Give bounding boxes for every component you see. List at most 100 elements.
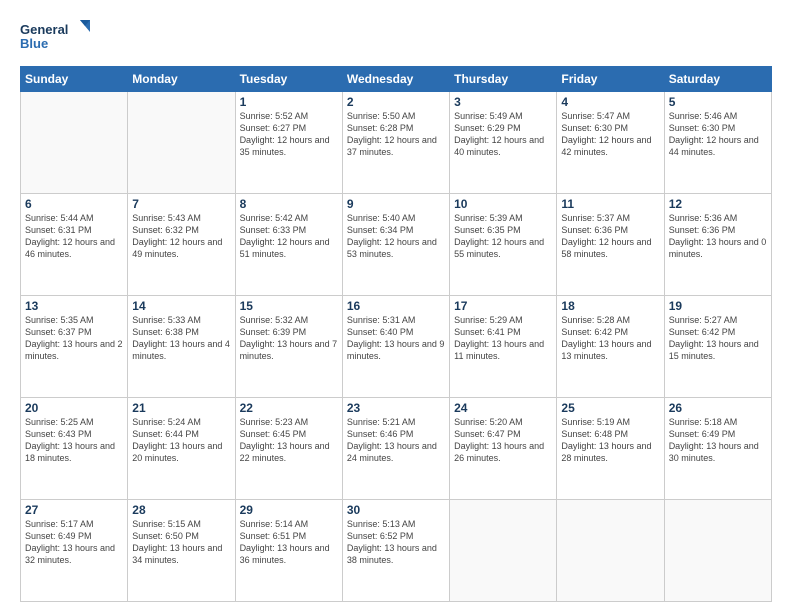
calendar-cell: 20Sunrise: 5:25 AMSunset: 6:43 PMDayligh…: [21, 398, 128, 500]
day-number: 1: [240, 95, 338, 109]
day-number: 27: [25, 503, 123, 517]
day-number: 5: [669, 95, 767, 109]
day-info: Sunrise: 5:37 AMSunset: 6:36 PMDaylight:…: [561, 212, 659, 261]
day-info: Sunrise: 5:43 AMSunset: 6:32 PMDaylight:…: [132, 212, 230, 261]
page: General Blue Sunday Monday Tuesday Wedne…: [0, 0, 792, 612]
calendar-cell: 18Sunrise: 5:28 AMSunset: 6:42 PMDayligh…: [557, 296, 664, 398]
calendar-week-row: 6Sunrise: 5:44 AMSunset: 6:31 PMDaylight…: [21, 194, 772, 296]
day-info: Sunrise: 5:31 AMSunset: 6:40 PMDaylight:…: [347, 314, 445, 363]
calendar-cell: 22Sunrise: 5:23 AMSunset: 6:45 PMDayligh…: [235, 398, 342, 500]
day-number: 6: [25, 197, 123, 211]
calendar-cell: 25Sunrise: 5:19 AMSunset: 6:48 PMDayligh…: [557, 398, 664, 500]
day-number: 17: [454, 299, 552, 313]
calendar-cell: 12Sunrise: 5:36 AMSunset: 6:36 PMDayligh…: [664, 194, 771, 296]
calendar-cell: 11Sunrise: 5:37 AMSunset: 6:36 PMDayligh…: [557, 194, 664, 296]
calendar-cell: 16Sunrise: 5:31 AMSunset: 6:40 PMDayligh…: [342, 296, 449, 398]
calendar-cell: 1Sunrise: 5:52 AMSunset: 6:27 PMDaylight…: [235, 92, 342, 194]
calendar-cell: 19Sunrise: 5:27 AMSunset: 6:42 PMDayligh…: [664, 296, 771, 398]
day-number: 29: [240, 503, 338, 517]
svg-text:General: General: [20, 22, 68, 37]
calendar-cell: 4Sunrise: 5:47 AMSunset: 6:30 PMDaylight…: [557, 92, 664, 194]
day-info: Sunrise: 5:46 AMSunset: 6:30 PMDaylight:…: [669, 110, 767, 159]
calendar-cell: 30Sunrise: 5:13 AMSunset: 6:52 PMDayligh…: [342, 500, 449, 602]
day-number: 22: [240, 401, 338, 415]
calendar-cell: 27Sunrise: 5:17 AMSunset: 6:49 PMDayligh…: [21, 500, 128, 602]
calendar-cell: 26Sunrise: 5:18 AMSunset: 6:49 PMDayligh…: [664, 398, 771, 500]
calendar-cell: [450, 500, 557, 602]
day-info: Sunrise: 5:25 AMSunset: 6:43 PMDaylight:…: [25, 416, 123, 465]
day-number: 16: [347, 299, 445, 313]
calendar-cell: 5Sunrise: 5:46 AMSunset: 6:30 PMDaylight…: [664, 92, 771, 194]
calendar-table: Sunday Monday Tuesday Wednesday Thursday…: [20, 66, 772, 602]
day-info: Sunrise: 5:15 AMSunset: 6:50 PMDaylight:…: [132, 518, 230, 567]
day-info: Sunrise: 5:13 AMSunset: 6:52 PMDaylight:…: [347, 518, 445, 567]
calendar-cell: 28Sunrise: 5:15 AMSunset: 6:50 PMDayligh…: [128, 500, 235, 602]
day-number: 30: [347, 503, 445, 517]
day-info: Sunrise: 5:35 AMSunset: 6:37 PMDaylight:…: [25, 314, 123, 363]
header: General Blue: [20, 18, 772, 54]
day-info: Sunrise: 5:19 AMSunset: 6:48 PMDaylight:…: [561, 416, 659, 465]
day-info: Sunrise: 5:20 AMSunset: 6:47 PMDaylight:…: [454, 416, 552, 465]
calendar-cell: 2Sunrise: 5:50 AMSunset: 6:28 PMDaylight…: [342, 92, 449, 194]
col-sunday: Sunday: [21, 67, 128, 92]
col-wednesday: Wednesday: [342, 67, 449, 92]
calendar-cell: 21Sunrise: 5:24 AMSunset: 6:44 PMDayligh…: [128, 398, 235, 500]
day-number: 24: [454, 401, 552, 415]
day-info: Sunrise: 5:47 AMSunset: 6:30 PMDaylight:…: [561, 110, 659, 159]
calendar-cell: 29Sunrise: 5:14 AMSunset: 6:51 PMDayligh…: [235, 500, 342, 602]
day-info: Sunrise: 5:40 AMSunset: 6:34 PMDaylight:…: [347, 212, 445, 261]
day-number: 8: [240, 197, 338, 211]
calendar-cell: 15Sunrise: 5:32 AMSunset: 6:39 PMDayligh…: [235, 296, 342, 398]
day-info: Sunrise: 5:42 AMSunset: 6:33 PMDaylight:…: [240, 212, 338, 261]
day-number: 28: [132, 503, 230, 517]
logo: General Blue: [20, 18, 90, 54]
day-info: Sunrise: 5:14 AMSunset: 6:51 PMDaylight:…: [240, 518, 338, 567]
day-info: Sunrise: 5:49 AMSunset: 6:29 PMDaylight:…: [454, 110, 552, 159]
calendar-cell: 17Sunrise: 5:29 AMSunset: 6:41 PMDayligh…: [450, 296, 557, 398]
calendar-cell: [557, 500, 664, 602]
calendar-cell: 13Sunrise: 5:35 AMSunset: 6:37 PMDayligh…: [21, 296, 128, 398]
day-number: 4: [561, 95, 659, 109]
day-number: 18: [561, 299, 659, 313]
calendar-week-row: 13Sunrise: 5:35 AMSunset: 6:37 PMDayligh…: [21, 296, 772, 398]
calendar-cell: 23Sunrise: 5:21 AMSunset: 6:46 PMDayligh…: [342, 398, 449, 500]
day-info: Sunrise: 5:27 AMSunset: 6:42 PMDaylight:…: [669, 314, 767, 363]
calendar-cell: 24Sunrise: 5:20 AMSunset: 6:47 PMDayligh…: [450, 398, 557, 500]
calendar-week-row: 1Sunrise: 5:52 AMSunset: 6:27 PMDaylight…: [21, 92, 772, 194]
calendar-cell: 6Sunrise: 5:44 AMSunset: 6:31 PMDaylight…: [21, 194, 128, 296]
calendar-cell: 9Sunrise: 5:40 AMSunset: 6:34 PMDaylight…: [342, 194, 449, 296]
day-number: 25: [561, 401, 659, 415]
day-info: Sunrise: 5:17 AMSunset: 6:49 PMDaylight:…: [25, 518, 123, 567]
day-number: 3: [454, 95, 552, 109]
day-number: 14: [132, 299, 230, 313]
svg-text:Blue: Blue: [20, 36, 48, 51]
day-info: Sunrise: 5:18 AMSunset: 6:49 PMDaylight:…: [669, 416, 767, 465]
calendar-week-row: 27Sunrise: 5:17 AMSunset: 6:49 PMDayligh…: [21, 500, 772, 602]
day-info: Sunrise: 5:23 AMSunset: 6:45 PMDaylight:…: [240, 416, 338, 465]
col-tuesday: Tuesday: [235, 67, 342, 92]
col-saturday: Saturday: [664, 67, 771, 92]
day-info: Sunrise: 5:24 AMSunset: 6:44 PMDaylight:…: [132, 416, 230, 465]
calendar-header-row: Sunday Monday Tuesday Wednesday Thursday…: [21, 67, 772, 92]
calendar-cell: 7Sunrise: 5:43 AMSunset: 6:32 PMDaylight…: [128, 194, 235, 296]
day-number: 13: [25, 299, 123, 313]
day-number: 7: [132, 197, 230, 211]
day-info: Sunrise: 5:44 AMSunset: 6:31 PMDaylight:…: [25, 212, 123, 261]
day-number: 11: [561, 197, 659, 211]
col-thursday: Thursday: [450, 67, 557, 92]
day-number: 19: [669, 299, 767, 313]
calendar-cell: [21, 92, 128, 194]
day-info: Sunrise: 5:52 AMSunset: 6:27 PMDaylight:…: [240, 110, 338, 159]
day-number: 15: [240, 299, 338, 313]
day-number: 2: [347, 95, 445, 109]
day-info: Sunrise: 5:21 AMSunset: 6:46 PMDaylight:…: [347, 416, 445, 465]
calendar-cell: 14Sunrise: 5:33 AMSunset: 6:38 PMDayligh…: [128, 296, 235, 398]
day-number: 23: [347, 401, 445, 415]
day-number: 12: [669, 197, 767, 211]
day-number: 10: [454, 197, 552, 211]
calendar-cell: [128, 92, 235, 194]
calendar-cell: 3Sunrise: 5:49 AMSunset: 6:29 PMDaylight…: [450, 92, 557, 194]
calendar-week-row: 20Sunrise: 5:25 AMSunset: 6:43 PMDayligh…: [21, 398, 772, 500]
day-number: 20: [25, 401, 123, 415]
logo-svg: General Blue: [20, 18, 90, 54]
